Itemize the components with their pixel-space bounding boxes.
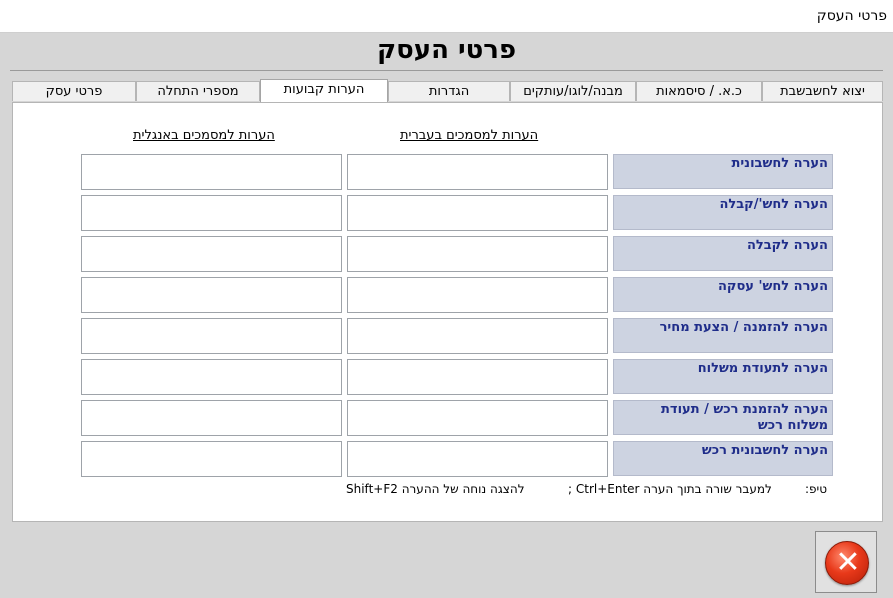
delivery-note-english-field[interactable] — [81, 359, 342, 395]
close-button[interactable]: ✕ — [815, 531, 877, 593]
purchase-invoice-note-hebrew-field[interactable] — [347, 441, 608, 477]
tab-start-numbers[interactable]: מספרי התחלה — [136, 81, 260, 101]
deal-invoice-note-hebrew-field[interactable] — [347, 277, 608, 313]
bottom-bar — [0, 524, 893, 598]
close-icon: ✕ — [825, 541, 869, 585]
invoice-note-english-field[interactable] — [81, 154, 342, 190]
row-label-receipt: הערה לקבלה — [613, 236, 833, 271]
row-label-order-quote: הערה להזמנה / הצעת מחיר — [613, 318, 833, 353]
invoice-receipt-note-hebrew-field[interactable] — [347, 195, 608, 231]
invoice-receipt-note-english-field[interactable] — [81, 195, 342, 231]
tip-line-shift-f2: להצגה נוחה של ההערה Shift+F2 — [346, 482, 525, 496]
window-titlebar: פרטי העסק — [0, 0, 893, 33]
column-header-english: הערות למסמכים באנגלית — [133, 128, 275, 143]
row-label-invoice-receipt: הערה לחש'/קבלה — [613, 195, 833, 230]
tab-fixed-notes[interactable]: הערות קבועות — [260, 79, 388, 103]
page-header: פרטי העסק — [0, 33, 893, 77]
order-quote-note-hebrew-field[interactable] — [347, 318, 608, 354]
delivery-note-hebrew-field[interactable] — [347, 359, 608, 395]
row-label-invoice: הערה לחשבונית — [613, 154, 833, 189]
invoice-note-hebrew-field[interactable] — [347, 154, 608, 190]
purchase-order-note-hebrew-field[interactable] — [347, 400, 608, 436]
row-label-deal-invoice: הערה לחש' עסקה — [613, 277, 833, 312]
tab-business-details[interactable]: פרטי עסק — [12, 81, 136, 101]
deal-invoice-note-english-field[interactable] — [81, 277, 342, 313]
order-quote-note-english-field[interactable] — [81, 318, 342, 354]
page-title: פרטי העסק — [376, 35, 517, 65]
receipt-note-english-field[interactable] — [81, 236, 342, 272]
tip-label: טיפ: — [805, 482, 828, 496]
row-label-delivery-note: הערה לתעודת משלוח — [613, 359, 833, 394]
tab-export-hashavshevet[interactable]: יצוא לחשבשבת — [762, 81, 883, 101]
tab-bar: יצוא לחשבשבת כ.א. / סיסמאות מבנה/לוגו/עו… — [12, 79, 883, 103]
tab-users-passwords[interactable]: כ.א. / סיסמאות — [636, 81, 762, 101]
row-label-purchase-invoice: הערה לחשבונית רכש — [613, 441, 833, 476]
row-label-purchase-order: הערה להזמנת רכש / תעודת משלוח רכש — [613, 400, 833, 435]
receipt-note-hebrew-field[interactable] — [347, 236, 608, 272]
purchase-order-note-english-field[interactable] — [81, 400, 342, 436]
tab-settings[interactable]: הגדרות — [388, 81, 510, 101]
window-title: פרטי העסק — [816, 8, 887, 24]
tab-structure-logo-copies[interactable]: מבנה/לוגו/עותקים — [510, 81, 636, 101]
column-header-hebrew: הערות למסמכים בעברית — [400, 128, 539, 143]
tip-line-enter: למעבר שורה בתוך הערה Ctrl+Enter ; — [568, 482, 772, 496]
purchase-invoice-note-english-field[interactable] — [81, 441, 342, 477]
header-divider — [10, 70, 883, 71]
